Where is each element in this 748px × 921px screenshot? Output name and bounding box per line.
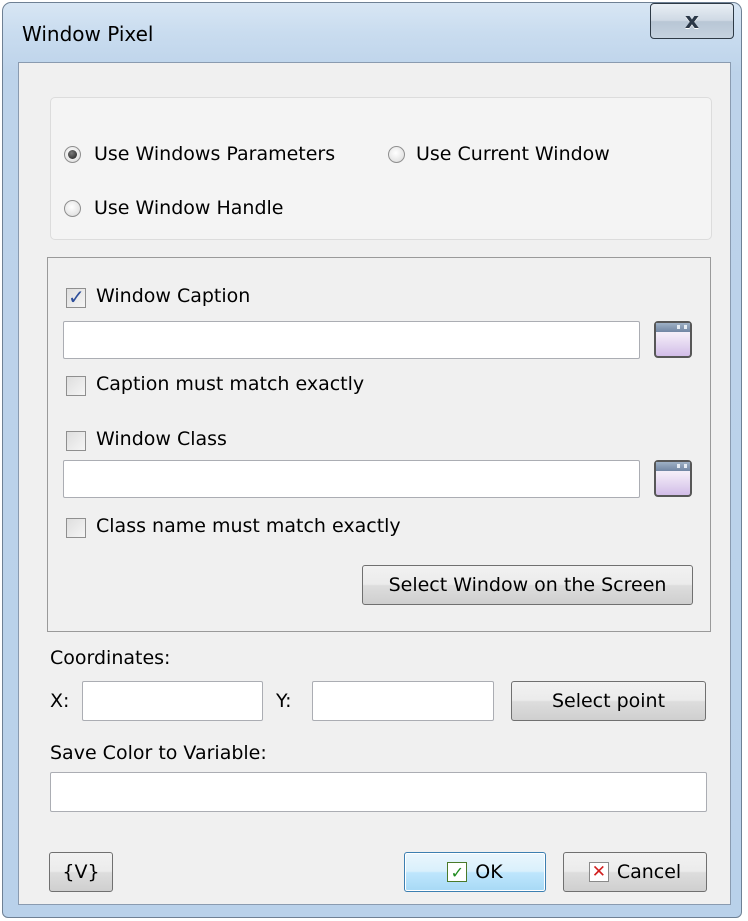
- ok-button-label: OK: [475, 861, 503, 883]
- close-icon: x: [684, 8, 700, 34]
- window-class-checkbox[interactable]: [66, 431, 86, 451]
- window-caption-checkbox[interactable]: ✓: [66, 285, 86, 309]
- cancel-x-icon: ✕: [588, 862, 609, 882]
- select-point-button[interactable]: Select point: [511, 681, 706, 721]
- class-exact-checkbox[interactable]: [66, 518, 86, 538]
- window-caption-input[interactable]: [63, 321, 640, 359]
- close-button[interactable]: x: [650, 3, 734, 39]
- x-input[interactable]: [82, 681, 263, 721]
- y-label: Y:: [276, 690, 292, 712]
- cancel-button-label: Cancel: [616, 861, 682, 883]
- radio-use-windows-parameters-label[interactable]: Use Windows Parameters: [94, 143, 335, 165]
- select-window-button-label: Select Window on the Screen: [388, 574, 667, 596]
- radio-use-window-handle[interactable]: [64, 200, 81, 217]
- caption-picker-button[interactable]: [654, 321, 692, 358]
- radio-use-windows-parameters[interactable]: [64, 146, 81, 163]
- save-color-variable-input[interactable]: [50, 772, 707, 812]
- window-class-input[interactable]: [63, 460, 640, 498]
- variables-button-label: {V}: [62, 861, 100, 883]
- window-caption-label[interactable]: Window Caption: [96, 285, 250, 307]
- caption-exact-label[interactable]: Caption must match exactly: [96, 373, 364, 395]
- select-window-button[interactable]: Select Window on the Screen: [362, 565, 693, 605]
- caption-exact-checkbox[interactable]: [66, 376, 86, 396]
- class-picker-button[interactable]: [654, 460, 692, 497]
- window-title: Window Pixel: [22, 22, 154, 46]
- ok-button[interactable]: ✓ OK: [404, 852, 546, 892]
- class-exact-label[interactable]: Class name must match exactly: [96, 515, 401, 537]
- select-point-button-label: Select point: [551, 690, 666, 712]
- checkmark-icon: ✓: [447, 862, 468, 882]
- window-class-label[interactable]: Window Class: [96, 428, 227, 450]
- save-color-label: Save Color to Variable:: [50, 742, 267, 764]
- radio-use-current-window[interactable]: [388, 146, 405, 163]
- radio-use-window-handle-label[interactable]: Use Window Handle: [94, 197, 284, 219]
- radio-use-current-window-label[interactable]: Use Current Window: [416, 143, 610, 165]
- x-label: X:: [50, 690, 70, 712]
- checkmark-icon: ✓: [68, 285, 85, 309]
- variables-button[interactable]: {V}: [49, 852, 113, 892]
- y-input[interactable]: [312, 681, 494, 721]
- cancel-button[interactable]: ✕ Cancel: [563, 852, 707, 892]
- coordinates-label: Coordinates:: [50, 647, 171, 669]
